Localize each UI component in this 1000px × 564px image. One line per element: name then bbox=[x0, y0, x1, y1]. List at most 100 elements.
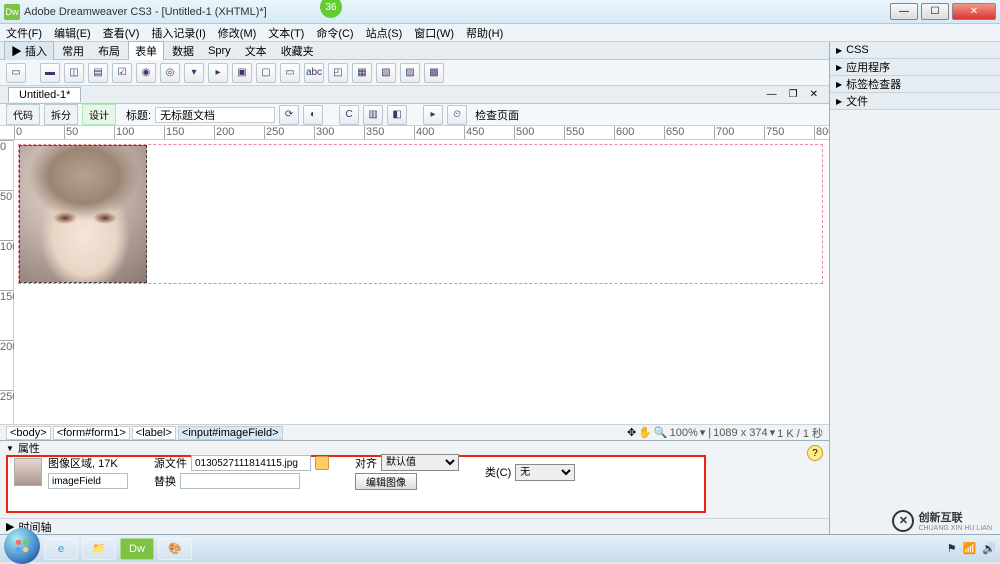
menu-modify[interactable]: 修改(M) bbox=[218, 25, 257, 41]
tool-icon-1[interactable]: ⟳ bbox=[279, 105, 299, 125]
spry-validate-icon[interactable]: ▦ bbox=[352, 63, 372, 83]
task-explorer-icon[interactable]: 📁 bbox=[82, 538, 116, 560]
task-ie-icon[interactable]: e bbox=[44, 538, 78, 560]
tray-flag-icon[interactable]: ⚑ bbox=[947, 542, 957, 555]
image-name-input[interactable] bbox=[48, 473, 128, 489]
logo-mark-icon: ✕ bbox=[892, 510, 914, 532]
insert-label[interactable]: ▶ 插入 bbox=[4, 41, 54, 60]
hidden-icon[interactable]: ◫ bbox=[64, 63, 84, 83]
start-button[interactable] bbox=[4, 528, 40, 564]
form-outline[interactable] bbox=[18, 144, 823, 284]
class-label: 类(C) bbox=[485, 464, 511, 480]
hand-tool-icon[interactable]: ✋ bbox=[638, 426, 652, 439]
menu-commands[interactable]: 命令(C) bbox=[316, 25, 353, 41]
collapse-icon[interactable]: ▼ bbox=[6, 444, 14, 453]
system-tray[interactable]: ⚑ 📶 🔊 bbox=[947, 542, 996, 555]
tag-label[interactable]: <label> bbox=[132, 426, 176, 440]
jumpmenu-icon[interactable]: ▸ bbox=[208, 63, 228, 83]
document-tabs: Untitled-1* — ❐ ✕ bbox=[0, 86, 829, 104]
checkbox-icon[interactable]: ☑ bbox=[112, 63, 132, 83]
filefield-icon[interactable]: ▢ bbox=[256, 63, 276, 83]
zoom-tool-icon[interactable]: 🔍 bbox=[654, 426, 668, 439]
menu-site[interactable]: 站点(S) bbox=[366, 25, 403, 41]
title-label: 标题: bbox=[126, 107, 151, 123]
tool-icon-5[interactable]: ◧ bbox=[387, 105, 407, 125]
class-select[interactable]: 无 bbox=[515, 464, 575, 481]
menu-window[interactable]: 窗口(W) bbox=[414, 25, 454, 41]
insert-tab-common[interactable]: 常用 bbox=[56, 42, 90, 60]
image-field[interactable] bbox=[19, 145, 147, 283]
doc-restore-icon[interactable]: ❐ bbox=[786, 89, 801, 100]
design-view-button[interactable]: 设计 bbox=[82, 104, 116, 125]
task-paint-icon[interactable]: 🎨 bbox=[158, 538, 192, 560]
listmenu-icon[interactable]: ▾ bbox=[184, 63, 204, 83]
src-input[interactable] bbox=[191, 455, 311, 471]
help-icon[interactable]: ? bbox=[807, 445, 823, 461]
minimize-button[interactable]: — bbox=[890, 3, 918, 20]
menu-file[interactable]: 文件(F) bbox=[6, 25, 42, 41]
doc-close-icon[interactable]: ✕ bbox=[807, 89, 821, 100]
document-toolbar: 代码 拆分 设计 标题: ⟳ ◐ C ▥ ◧ ▸ ⏲ 检查页面 bbox=[0, 104, 829, 126]
radio-icon[interactable]: ◉ bbox=[136, 63, 156, 83]
menu-help[interactable]: 帮助(H) bbox=[466, 25, 503, 41]
close-button[interactable]: ✕ bbox=[952, 3, 996, 20]
insert-tab-spry[interactable]: Spry bbox=[202, 44, 237, 58]
tag-selector-bar: <body> <form#form1> <label> <input#image… bbox=[0, 424, 829, 440]
doc-minimize-icon[interactable]: — bbox=[764, 89, 780, 100]
tool-icon-7[interactable]: ⏲ bbox=[447, 105, 467, 125]
imagefield-icon[interactable]: ▣ bbox=[232, 63, 252, 83]
textfield-icon[interactable]: ▬ bbox=[40, 63, 60, 83]
tool-icon-4[interactable]: ▥ bbox=[363, 105, 383, 125]
panel-css[interactable]: ▶CSS bbox=[830, 42, 1000, 58]
split-view-button[interactable]: 拆分 bbox=[44, 104, 78, 125]
align-select[interactable]: 默认值 bbox=[381, 454, 459, 471]
ruler-vertical: 050100150200250 bbox=[0, 140, 14, 424]
tool-icon-2[interactable]: ◐ bbox=[303, 105, 323, 125]
insert-bar: ▶ 插入 常用 布局 表单 数据 Spry 文本 收藏夹 bbox=[0, 42, 829, 60]
tray-network-icon[interactable]: 📶 bbox=[963, 542, 977, 555]
panel-files[interactable]: ▶文件 bbox=[830, 93, 1000, 109]
maximize-button[interactable]: ☐ bbox=[921, 3, 949, 20]
tag-body[interactable]: <body> bbox=[6, 426, 51, 440]
tray-sound-icon[interactable]: 🔊 bbox=[982, 542, 996, 555]
insert-tab-data[interactable]: 数据 bbox=[166, 42, 200, 60]
label-icon[interactable]: abc bbox=[304, 63, 324, 83]
menu-insert[interactable]: 插入记录(I) bbox=[151, 25, 205, 41]
code-view-button[interactable]: 代码 bbox=[6, 104, 40, 125]
insert-tab-text[interactable]: 文本 bbox=[239, 42, 273, 60]
src-label: 源文件 bbox=[154, 455, 187, 471]
menu-view[interactable]: 查看(V) bbox=[103, 25, 140, 41]
properties-body: 图像区域, 17K 源文件 替换 对齐 bbox=[6, 455, 706, 513]
browse-folder-icon[interactable] bbox=[315, 456, 329, 470]
fieldset-icon[interactable]: ◰ bbox=[328, 63, 348, 83]
spry-select-icon[interactable]: ▩ bbox=[424, 63, 444, 83]
check-page-button[interactable]: 检查页面 bbox=[475, 107, 519, 123]
align-label: 对齐 bbox=[355, 455, 377, 471]
alt-input[interactable] bbox=[180, 473, 300, 489]
edit-image-button[interactable]: 编辑图像 bbox=[355, 473, 417, 490]
insert-tab-fav[interactable]: 收藏夹 bbox=[275, 42, 320, 60]
task-dreamweaver-icon[interactable]: Dw bbox=[120, 538, 154, 560]
tag-input[interactable]: <input#imageField> bbox=[178, 426, 283, 440]
title-input[interactable] bbox=[155, 107, 275, 123]
pointer-tool-icon[interactable]: ✥ bbox=[627, 426, 636, 439]
insert-tab-form[interactable]: 表单 bbox=[128, 41, 164, 61]
zoom-level[interactable]: 100% bbox=[670, 427, 698, 439]
tool-icon-3[interactable]: C bbox=[339, 105, 359, 125]
document-tab[interactable]: Untitled-1* bbox=[8, 87, 81, 102]
panel-tag[interactable]: ▶标签检查器 bbox=[830, 76, 1000, 92]
menu-edit[interactable]: 编辑(E) bbox=[54, 25, 91, 41]
radiogroup-icon[interactable]: ◎ bbox=[160, 63, 180, 83]
menu-text[interactable]: 文本(T) bbox=[268, 25, 304, 41]
form-icon[interactable]: ▭ bbox=[6, 63, 26, 83]
design-canvas[interactable] bbox=[14, 140, 829, 424]
tag-form[interactable]: <form#form1> bbox=[53, 426, 130, 440]
button-icon[interactable]: ▭ bbox=[280, 63, 300, 83]
timeline-panel[interactable]: ▶ 时间轴 bbox=[0, 518, 829, 534]
spry-textarea-icon[interactable]: ▧ bbox=[376, 63, 396, 83]
panel-app[interactable]: ▶应用程序 bbox=[830, 59, 1000, 75]
tool-icon-6[interactable]: ▸ bbox=[423, 105, 443, 125]
insert-tab-layout[interactable]: 布局 bbox=[92, 42, 126, 60]
spry-checkbox-icon[interactable]: ▨ bbox=[400, 63, 420, 83]
textarea-icon[interactable]: ▤ bbox=[88, 63, 108, 83]
